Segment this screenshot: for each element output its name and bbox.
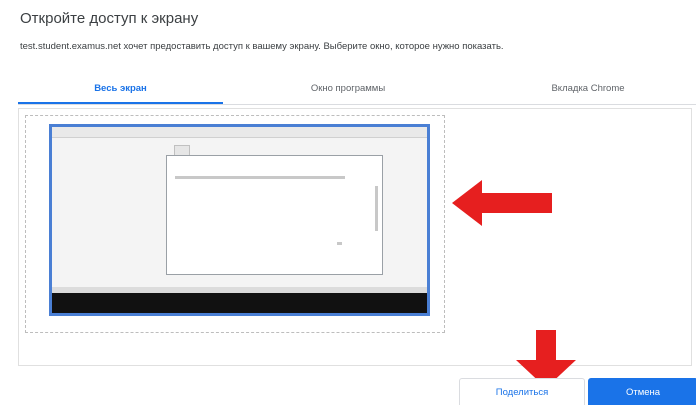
source-tabs: Весь экран Окно программы Вкладка Chrome bbox=[18, 80, 696, 105]
dialog-description: test.student.examus.net хочет предостави… bbox=[20, 41, 504, 52]
tab-application-window[interactable]: Окно программы bbox=[248, 80, 448, 102]
cancel-button[interactable]: Отмена bbox=[588, 378, 696, 405]
tab-chrome-tab[interactable]: Вкладка Chrome bbox=[488, 80, 688, 102]
share-button[interactable]: Поделиться bbox=[459, 378, 585, 405]
source-list-panel bbox=[18, 108, 692, 366]
thumbnail-taskbar bbox=[52, 293, 427, 313]
share-screen-dialog: Откройте доступ к экрану test.student.ex… bbox=[0, 0, 696, 405]
dialog-title: Откройте доступ к экрану bbox=[20, 10, 199, 27]
thumbnail-dialog-window bbox=[166, 155, 383, 275]
arrow-left-icon bbox=[452, 180, 552, 226]
screen-thumbnail[interactable] bbox=[49, 124, 430, 316]
screen-thumbnail-frame bbox=[25, 115, 445, 333]
thumbnail-browser-bar bbox=[52, 127, 427, 138]
tab-entire-screen[interactable]: Весь экран bbox=[18, 80, 223, 104]
